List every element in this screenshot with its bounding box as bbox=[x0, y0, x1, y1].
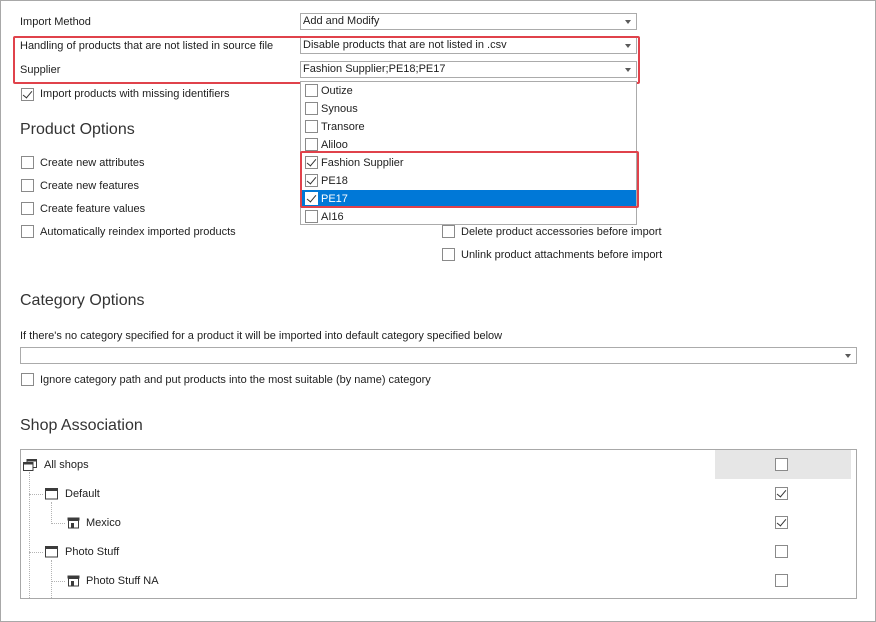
tree-line bbox=[51, 560, 52, 598]
product-options-title: Product Options bbox=[20, 121, 135, 138]
supplier-option-outize[interactable]: Outize bbox=[301, 82, 636, 100]
supplier-option-aliloo[interactable]: Aliloo bbox=[301, 136, 636, 154]
supplier-option-checkbox[interactable] bbox=[305, 102, 318, 115]
tree-line bbox=[29, 472, 30, 598]
supplier-option-label: Aliloo bbox=[321, 139, 348, 151]
shop-group-icon bbox=[23, 459, 37, 471]
default-category-select[interactable] bbox=[20, 347, 857, 364]
supplier-option-label: Fashion Supplier bbox=[321, 157, 404, 169]
shop-association-title: Shop Association bbox=[20, 417, 143, 434]
auto-reindex-checkbox[interactable] bbox=[21, 225, 34, 238]
delete-accessories-checkbox[interactable] bbox=[442, 225, 455, 238]
import-method-label: Import Method bbox=[20, 16, 91, 28]
unlink-attachments-label: Unlink product attachments before import bbox=[461, 249, 663, 261]
tree-line bbox=[51, 581, 65, 582]
supplier-option-checkbox[interactable] bbox=[305, 84, 318, 97]
import-method-select[interactable]: Add and Modify bbox=[300, 13, 637, 30]
create-new-attributes-label: Create new attributes bbox=[40, 157, 145, 169]
ignore-category-path-label: Ignore category path and put products in… bbox=[40, 374, 431, 386]
supplier-option-checkbox[interactable] bbox=[305, 138, 318, 151]
create-new-attributes-checkbox[interactable] bbox=[21, 156, 34, 169]
supplier-option-checkbox[interactable] bbox=[305, 120, 318, 133]
handling-value: Disable products that are not listed in … bbox=[303, 39, 507, 51]
supplier-option-pe18[interactable]: PE18 bbox=[301, 172, 636, 190]
supplier-option-pe17[interactable]: PE17 bbox=[301, 190, 636, 208]
shop-checkbox-all-shops[interactable] bbox=[775, 458, 788, 471]
supplier-option-fashion-supplier[interactable]: Fashion Supplier bbox=[301, 154, 636, 172]
category-options-title: Category Options bbox=[20, 292, 145, 309]
supplier-option-checkbox[interactable] bbox=[305, 156, 318, 169]
import-missing-identifiers-checkbox[interactable] bbox=[21, 88, 34, 101]
shop-checkbox-mexico[interactable] bbox=[775, 516, 788, 529]
chevron-down-icon bbox=[845, 354, 851, 358]
supplier-option-label: PE17 bbox=[321, 193, 348, 205]
delete-accessories-label: Delete product accessories before import bbox=[461, 226, 662, 238]
import-settings-panel: Import Method Add and Modify Handling of… bbox=[0, 0, 876, 622]
shop-label: Mexico bbox=[86, 517, 121, 529]
shop-store-icon bbox=[67, 575, 80, 587]
unlink-attachments-checkbox[interactable] bbox=[442, 248, 455, 261]
supplier-option-label: Outize bbox=[321, 85, 353, 97]
category-options-description: If there's no category specified for a p… bbox=[20, 330, 503, 342]
supplier-option-ai16[interactable]: AI16 bbox=[301, 208, 636, 224]
shop-group-icon bbox=[45, 488, 58, 500]
chevron-down-icon bbox=[625, 20, 631, 24]
supplier-label: Supplier bbox=[20, 64, 61, 76]
shop-checkbox-photo-stuff[interactable] bbox=[775, 545, 788, 558]
supplier-option-checkbox[interactable] bbox=[305, 210, 318, 223]
supplier-option-label: Synous bbox=[321, 103, 358, 115]
shop-label: All shops bbox=[44, 459, 89, 471]
handling-label: Handling of products that are not listed… bbox=[20, 40, 274, 52]
auto-reindex-label: Automatically reindex imported products bbox=[40, 226, 236, 238]
create-new-features-label: Create new features bbox=[40, 180, 140, 192]
create-feature-values-label: Create feature values bbox=[40, 203, 146, 215]
create-feature-values-checkbox[interactable] bbox=[21, 202, 34, 215]
supplier-select[interactable]: Fashion Supplier;PE18;PE17 bbox=[300, 61, 637, 78]
shop-label: Photo Stuff NA bbox=[86, 575, 159, 587]
supplier-option-checkbox[interactable] bbox=[305, 174, 318, 187]
import-method-value: Add and Modify bbox=[303, 15, 380, 27]
shop-checkbox-default[interactable] bbox=[775, 487, 788, 500]
shop-store-icon bbox=[67, 517, 80, 529]
shop-group-icon bbox=[45, 546, 58, 558]
chevron-down-icon bbox=[625, 68, 631, 72]
handling-select[interactable]: Disable products that are not listed in … bbox=[300, 37, 637, 54]
chevron-down-icon bbox=[625, 44, 631, 48]
supplier-option-label: Transore bbox=[321, 121, 365, 133]
supplier-value: Fashion Supplier;PE18;PE17 bbox=[303, 63, 446, 75]
create-new-features-checkbox[interactable] bbox=[21, 179, 34, 192]
supplier-option-transore[interactable]: Transore bbox=[301, 118, 636, 136]
shop-label: Default bbox=[65, 488, 100, 500]
ignore-category-path-checkbox[interactable] bbox=[21, 373, 34, 386]
supplier-option-checkbox[interactable] bbox=[305, 192, 318, 205]
shop-checkbox-photo-stuff-na[interactable] bbox=[775, 574, 788, 587]
supplier-option-synous[interactable]: Synous bbox=[301, 100, 636, 118]
import-missing-identifiers-label: Import products with missing identifiers bbox=[40, 88, 230, 100]
supplier-option-label: AI16 bbox=[321, 211, 344, 223]
tree-line bbox=[29, 494, 43, 495]
shop-label: Photo Stuff bbox=[65, 546, 120, 558]
tree-line bbox=[29, 552, 43, 553]
supplier-dropdown-list[interactable]: Outize Synous Transore Aliloo Fashion Su… bbox=[300, 81, 637, 225]
tree-line bbox=[51, 502, 52, 524]
supplier-option-label: PE18 bbox=[321, 175, 348, 187]
shop-association-tree[interactable]: All shops Default Mexico Photo Stuff Pho… bbox=[20, 449, 857, 599]
tree-line bbox=[51, 523, 65, 524]
